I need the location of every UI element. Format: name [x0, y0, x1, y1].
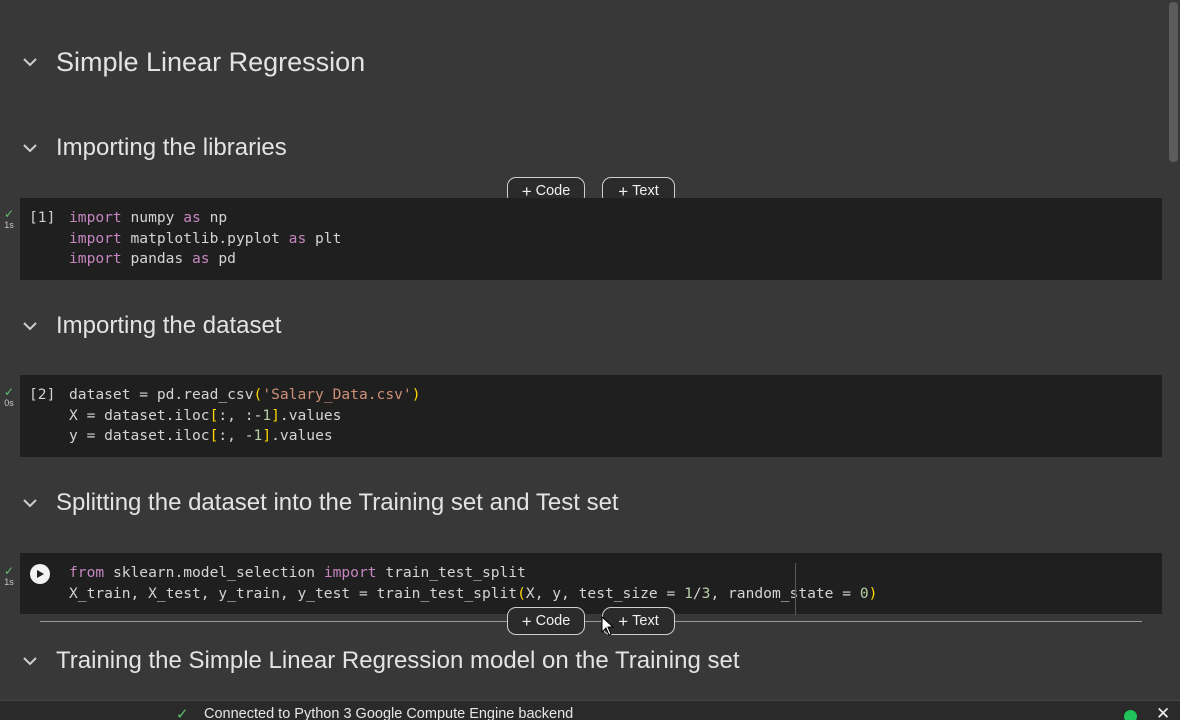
- check-icon: ✓: [3, 564, 15, 578]
- code-line: import matplotlib.pyplot as plt: [69, 229, 342, 247]
- chevron-down-icon[interactable]: [22, 318, 38, 334]
- code-editor[interactable]: import numpy as np import matplotlib.pyp…: [69, 208, 341, 270]
- section-title: Importing the dataset: [56, 312, 282, 339]
- code-cell-3[interactable]: from sklearn.model_selection import trai…: [20, 553, 1162, 614]
- section-title: Splitting the dataset into the Training …: [56, 489, 619, 516]
- execution-time: 0s: [4, 398, 14, 408]
- play-icon: [37, 570, 44, 578]
- connection-status-dot: [1124, 710, 1137, 720]
- chevron-down-icon[interactable]: [22, 54, 38, 70]
- add-code-label: Code: [535, 613, 571, 629]
- code-line: import numpy as np: [69, 209, 228, 226]
- chevron-down-icon[interactable]: [22, 495, 38, 511]
- chevron-down-icon[interactable]: [22, 653, 38, 669]
- code-editor[interactable]: dataset = pd.read_csv('Salary_Data.csv')…: [69, 385, 420, 447]
- plus-icon: +: [521, 611, 532, 631]
- check-icon: ✓: [3, 207, 15, 221]
- code-line: y = dataset.iloc[:, -1].values: [69, 427, 333, 445]
- code-line: X_train, X_test, y_train, y_test = train…: [69, 584, 878, 602]
- chevron-down-icon[interactable]: [22, 140, 38, 156]
- code-cell-2[interactable]: [2] dataset = pd.read_csv('Salary_Data.c…: [20, 375, 1162, 457]
- plus-icon: +: [521, 181, 532, 201]
- section-title: Importing the libraries: [56, 134, 287, 161]
- mouse-cursor-icon: [601, 615, 615, 641]
- add-code-label: Code: [535, 183, 571, 199]
- run-cell-button[interactable]: [30, 564, 50, 584]
- cell-execution-status: ✓ 1s: [0, 208, 18, 230]
- code-line: dataset = pd.read_csv('Salary_Data.csv'): [69, 386, 421, 403]
- cell-execution-status: ✓ 1s: [0, 565, 18, 587]
- section-title: Training the Simple Linear Regression mo…: [56, 647, 740, 674]
- close-icon[interactable]: ✕: [1156, 705, 1170, 720]
- execution-count: [2]: [29, 386, 56, 403]
- colab-notebook: Simple Linear Regression Importing the l…: [0, 0, 1180, 720]
- code-line: import pandas as pd: [69, 250, 236, 268]
- scrollbar-thumb[interactable]: [1169, 2, 1178, 162]
- status-bar: ✓ Connected to Python 3 Google Compute E…: [0, 700, 1180, 720]
- code-line: X = dataset.iloc[:, :-1].values: [69, 406, 342, 424]
- cell-execution-status: ✓ 0s: [0, 386, 18, 408]
- add-text-label: Text: [632, 613, 659, 629]
- check-icon: ✓: [3, 385, 15, 399]
- section-title: Simple Linear Regression: [56, 46, 366, 77]
- vertical-scrollbar[interactable]: [1166, 0, 1180, 700]
- code-cell-1[interactable]: [1] import numpy as np import matplotlib…: [20, 198, 1162, 280]
- code-line: from sklearn.model_selection import trai…: [69, 564, 526, 581]
- editor-ruler: [795, 563, 796, 615]
- plus-icon: +: [618, 611, 629, 631]
- cell-insert-divider: [40, 621, 1142, 622]
- connection-status-text: Connected to Python 3 Google Compute Eng…: [204, 706, 574, 720]
- execution-time: 1s: [4, 220, 14, 230]
- plus-icon: +: [618, 181, 629, 201]
- execution-count: [1]: [29, 209, 56, 226]
- execution-time: 1s: [4, 577, 14, 587]
- code-editor[interactable]: from sklearn.model_selection import trai…: [69, 563, 877, 604]
- add-code-button[interactable]: + Code: [507, 607, 585, 635]
- add-text-label: Text: [632, 183, 659, 199]
- check-icon: ✓: [176, 706, 189, 720]
